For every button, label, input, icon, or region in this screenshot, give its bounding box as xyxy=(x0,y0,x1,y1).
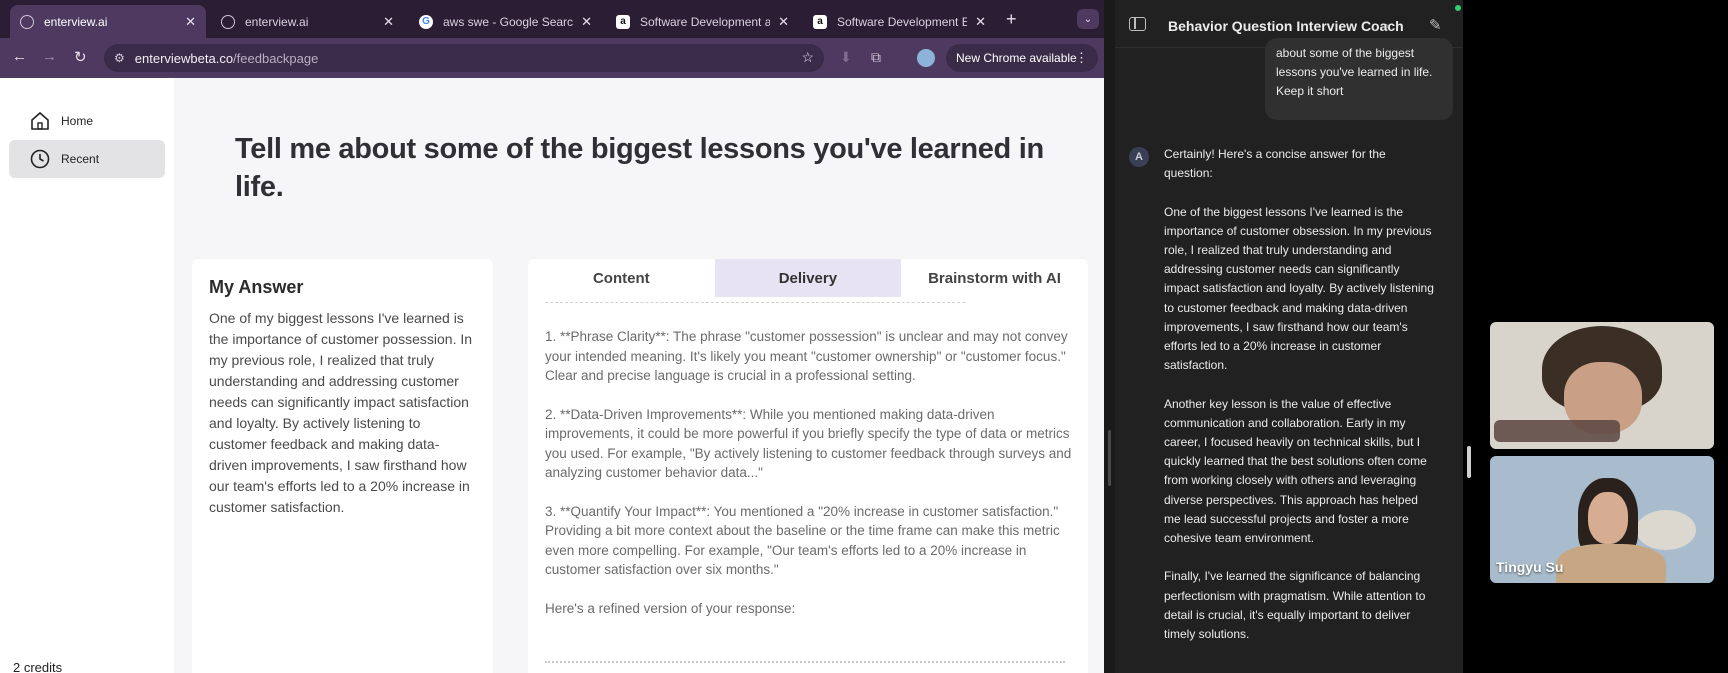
bookmark-star-icon[interactable]: ☆ xyxy=(801,49,814,66)
feedback-paragraph: 2. **Data-Driven Improvements**: While y… xyxy=(545,406,1072,481)
url-path: /feedbackpage xyxy=(233,50,319,66)
back-icon[interactable]: ← xyxy=(12,48,27,65)
participant-image xyxy=(1588,492,1628,544)
app-sidebar: Home Recent 2 credits xyxy=(0,78,174,673)
tab-brainstorm[interactable]: Brainstorm with AI xyxy=(901,259,1088,297)
feedback-paragraph: 1. **Phrase Clarity**: The phrase "custo… xyxy=(545,329,1068,383)
sidebar-item-label: Recent xyxy=(61,152,100,166)
globe-icon xyxy=(20,14,34,29)
feedback-tabs: Content Delivery Brainstorm with AI xyxy=(528,259,1088,297)
close-icon[interactable]: ✕ xyxy=(778,14,789,30)
update-chrome-button[interactable]: New Chrome available ⋮ xyxy=(946,44,1098,72)
chevron-down-icon[interactable]: ⌄ xyxy=(1077,9,1099,29)
close-icon[interactable]: ✕ xyxy=(185,14,196,30)
clipped-text-line xyxy=(545,661,1065,673)
tab-label: enterview.ai xyxy=(44,14,108,29)
close-icon[interactable]: ✕ xyxy=(383,14,394,30)
address-bar[interactable]: ⚙ enterviewbeta.co/feedbackpage ☆ xyxy=(104,44,824,72)
background-lamp xyxy=(1636,510,1696,550)
feedback-page: Home Recent 2 credits Tell me about some… xyxy=(0,78,1104,673)
sidebar-item-label: Home xyxy=(61,114,94,128)
video-tile-participant-1[interactable] xyxy=(1490,322,1714,449)
amazon-icon: a xyxy=(813,14,827,29)
resize-handle[interactable] xyxy=(1108,430,1111,486)
participant-name: Tingyu Su xyxy=(1496,559,1564,575)
assistant-avatar-icon: A xyxy=(1129,147,1149,167)
globe-icon xyxy=(221,14,235,29)
tab-label: Software Development Eng xyxy=(837,14,968,29)
video-tile-participant-2[interactable]: Tingyu Su xyxy=(1490,456,1714,583)
browser-window: enterview.ai ✕ enterview.ai ✕ G aws swe … xyxy=(0,0,1104,673)
new-tab-icon[interactable]: + xyxy=(1006,9,1017,30)
tab-amazon-1[interactable]: a Software Development at A ✕ xyxy=(606,5,799,38)
sidebar-item-home[interactable]: Home xyxy=(9,102,165,140)
url-host: enterviewbeta.co xyxy=(134,50,234,66)
sidebar-item-recent[interactable]: Recent xyxy=(9,140,165,178)
feedback-card: Content Delivery Brainstorm with AI 1. *… xyxy=(528,259,1088,673)
tab-label: aws swe - Google Search xyxy=(443,14,574,29)
tab-enterview-1[interactable]: enterview.ai ✕ xyxy=(10,5,206,38)
download-icon[interactable]: ⬇ xyxy=(840,49,852,66)
credits-count: 2 credits xyxy=(13,660,63,673)
more-menu-icon[interactable]: ⋮ xyxy=(1075,50,1088,66)
tab-enterview-2[interactable]: enterview.ai ✕ xyxy=(211,5,404,38)
chat-panel: Behavior Question Interview Coach › ✎ ab… xyxy=(1115,0,1463,673)
clock-icon xyxy=(29,148,51,170)
assistant-paragraph: Finally, I've learned the significance o… xyxy=(1164,569,1426,642)
sidebar-toggle-icon[interactable] xyxy=(1129,17,1146,31)
reload-icon[interactable]: ↻ xyxy=(74,48,87,66)
tab-label: Software Development at A xyxy=(640,14,771,29)
assistant-message: Certainly! Here's a concise answer for t… xyxy=(1164,145,1434,663)
google-icon: G xyxy=(419,14,433,29)
close-icon[interactable]: ✕ xyxy=(581,14,592,30)
scrollbar-thumb[interactable] xyxy=(1467,446,1471,478)
feedback-paragraph: Here's a refined version of your respons… xyxy=(545,600,796,616)
assistant-paragraph: One of the biggest lessons I've learned … xyxy=(1164,204,1434,373)
browser-toolbar: ← → ↻ ⚙ enterviewbeta.co/feedbackpage ☆ … xyxy=(0,38,1104,78)
tab-amazon-2[interactable]: a Software Development Eng ✕ xyxy=(803,5,996,38)
split-divider xyxy=(1104,0,1115,673)
home-icon xyxy=(29,110,51,132)
chat-title[interactable]: Behavior Question Interview Coach xyxy=(1168,18,1404,34)
participant-image xyxy=(1556,544,1666,583)
feedback-paragraph: 3. **Quantify Your Impact**: You mention… xyxy=(545,503,1060,578)
tab-strip: enterview.ai ✕ enterview.ai ✕ G aws swe … xyxy=(0,0,1104,38)
tab-delivery[interactable]: Delivery xyxy=(714,259,902,297)
tab-content[interactable]: Content xyxy=(528,259,715,297)
extensions-icon[interactable]: ⧉ xyxy=(871,49,881,66)
profile-avatar[interactable] xyxy=(917,49,935,67)
answer-text: One of my biggest lessons I've learned i… xyxy=(209,310,473,515)
close-icon[interactable]: ✕ xyxy=(975,14,986,30)
chevron-right-icon[interactable]: › xyxy=(1385,18,1389,33)
tab-label: enterview.ai xyxy=(245,14,309,29)
status-dot xyxy=(1455,5,1461,11)
name-overlay xyxy=(1494,420,1620,442)
update-label: New Chrome available xyxy=(956,51,1077,65)
amazon-icon: a xyxy=(616,14,630,29)
forward-icon[interactable]: → xyxy=(42,48,57,65)
assistant-paragraph: Another key lesson is the value of effec… xyxy=(1164,396,1427,546)
answer-card: My Answer One of my biggest lessons I've… xyxy=(192,259,493,673)
answer-title: My Answer xyxy=(209,277,304,297)
page-title: Tell me about some of the biggest lesson… xyxy=(235,133,1044,203)
user-message: about some of the biggest lessons you've… xyxy=(1265,38,1453,120)
tab-google-search[interactable]: G aws swe - Google Search ✕ xyxy=(409,5,602,38)
compose-icon[interactable]: ✎ xyxy=(1429,16,1442,34)
site-settings-icon[interactable]: ⚙ xyxy=(114,51,125,65)
feedback-body[interactable]: 1. **Phrase Clarity**: The phrase "custo… xyxy=(545,297,1075,673)
assistant-paragraph: Certainly! Here's a concise answer for t… xyxy=(1164,147,1386,181)
